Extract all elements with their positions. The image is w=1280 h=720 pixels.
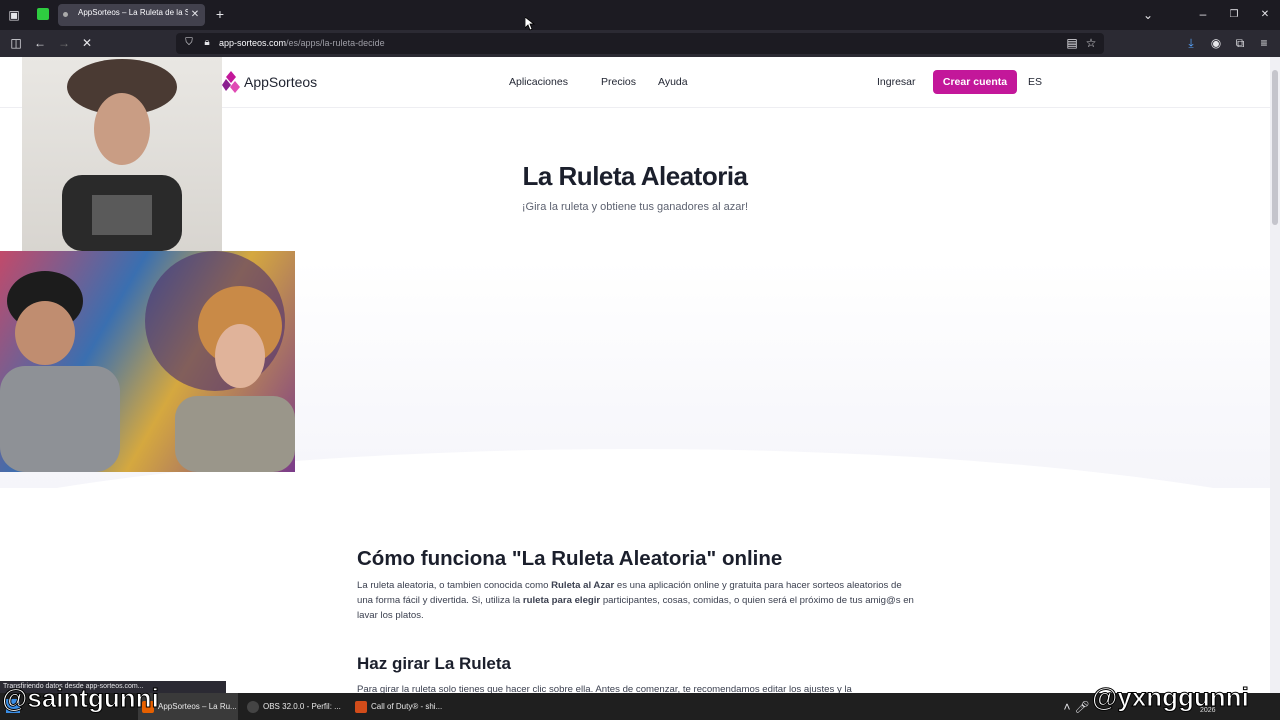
sidebar-icon[interactable]: ◫ (7, 35, 25, 51)
watermark-left: @saintgunni (2, 683, 160, 714)
tab-close-icon[interactable]: ✕ (186, 7, 204, 23)
nav-precios[interactable]: Precios (601, 76, 636, 88)
logo-icon[interactable] (222, 71, 240, 95)
obs-icon (247, 700, 259, 713)
shield-icon[interactable]: ⛉ (180, 35, 198, 51)
back-icon[interactable]: ← (31, 35, 49, 51)
url-path: /es/apps/la-ruleta-decide (286, 38, 385, 48)
taskbar-item-cod[interactable]: Call of Duty® - shi... (353, 693, 453, 720)
extensions-icon[interactable]: ⧉ (1231, 35, 1249, 51)
mouse-cursor-icon (525, 17, 535, 31)
para-bold-2: ruleta para elegir (522, 595, 601, 606)
watermark-right: @yxnggunni (1092, 682, 1250, 713)
menu-icon[interactable]: ≡ (1255, 35, 1273, 51)
plus-icon[interactable]: + (211, 6, 229, 22)
para-text-1: La ruleta aleatoria, o tambien conocida … (357, 580, 552, 591)
close-window-icon[interactable]: ✕ (1256, 7, 1274, 23)
tab-title: AppSorteos – La Ruleta de la Suerte (78, 8, 188, 17)
chevron-down-icon[interactable]: ⌄ (1139, 7, 1157, 23)
minimize-icon[interactable]: – (1194, 6, 1212, 22)
url-text[interactable]: app-sorteos.com/es/apps/la-ruleta-decide (219, 38, 385, 48)
reader-view-icon[interactable]: ▤ (1063, 35, 1081, 51)
kick-tab-icon[interactable] (37, 8, 49, 20)
section2-paragraph: Para girar la ruleta solo tienes que hac… (357, 684, 852, 693)
call-of-duty-icon (355, 700, 367, 713)
webcam-overlay-top (22, 57, 222, 251)
section-title: Cómo funciona "La Ruleta Aleatoria" onli… (357, 547, 783, 570)
taskbar-label: Call of Duty® - shi... (371, 702, 443, 711)
create-account-button[interactable]: Crear cuenta (933, 70, 1017, 94)
para-bold-1: Ruleta al Azar (551, 580, 615, 591)
tab-list-icon[interactable]: ▣ (5, 7, 23, 23)
section2-title: Haz girar La Ruleta (357, 654, 511, 673)
restore-icon[interactable]: ❐ (1225, 7, 1243, 23)
person-image (62, 59, 182, 251)
lock-icon[interactable]: 🔒︎ (198, 35, 216, 51)
account-icon[interactable]: ◉ (1207, 35, 1225, 51)
scrollbar-thumb[interactable] (1272, 70, 1278, 225)
nav-aplicaciones[interactable]: Aplicaciones (509, 76, 568, 88)
microphone-icon[interactable]: 🎤︎ (1073, 699, 1091, 715)
taskbar-item-obs[interactable]: OBS 32.0.0 - Perfil: ... (245, 693, 345, 720)
taskbar-label: AppSorteos – La Ru... (158, 702, 237, 711)
logo-text[interactable]: AppSorteos (244, 74, 317, 90)
webcam-overlay-bottom (0, 251, 295, 472)
stop-loading-icon[interactable]: ✕ (78, 35, 96, 51)
section-paragraph: La ruleta aleatoria, o tambien conocida … (357, 578, 917, 623)
taskbar-label: OBS 32.0.0 - Perfil: ... (263, 702, 341, 711)
url-domain: app-sorteos.com (219, 38, 287, 48)
login-link[interactable]: Ingresar (877, 76, 916, 88)
download-icon[interactable]: ⤓ (1182, 35, 1200, 51)
star-icon[interactable]: ☆ (1082, 35, 1100, 51)
nav-ayuda[interactable]: Ayuda (658, 76, 688, 88)
forward-icon[interactable]: → (55, 35, 73, 51)
language-selector[interactable]: ES (1028, 76, 1042, 88)
people-image (0, 251, 295, 472)
tab-favicon-icon (63, 12, 68, 17)
